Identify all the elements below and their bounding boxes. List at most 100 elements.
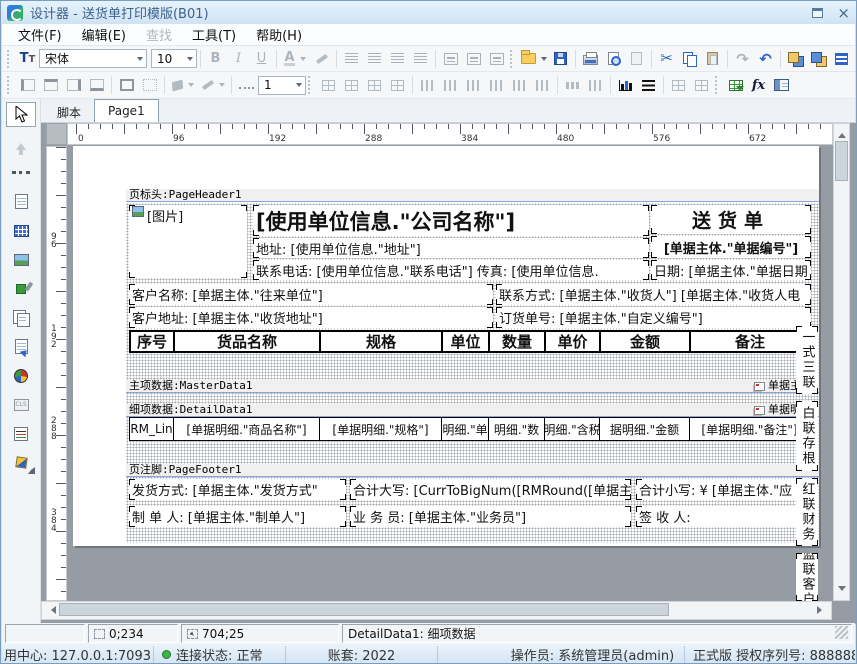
menu-help[interactable]: 帮助(H) — [246, 23, 312, 46]
properties-button[interactable] — [770, 74, 793, 96]
scroll-right-arrow[interactable] — [817, 606, 826, 614]
order-number-element[interactable]: 订货单号: [单据主体."自定义编号"] — [496, 307, 811, 328]
doc-title-element[interactable]: 送货单 — [651, 205, 811, 234]
menu-file[interactable]: 文件(F) — [8, 23, 72, 46]
copy-label-1[interactable]: 一式三联 — [796, 326, 818, 394]
print-button[interactable] — [579, 48, 602, 70]
menu-find[interactable]: 查找 — [136, 23, 182, 46]
detail-cell-price[interactable]: 明细."含税 — [544, 417, 600, 441]
underline-button[interactable]: U — [250, 48, 273, 70]
scroll-down-arrow[interactable] — [838, 586, 846, 595]
image-tool[interactable] — [6, 247, 36, 272]
total-words-element[interactable]: 合计大写: [CurrToBigNum([RMRound([单据主体." — [350, 479, 631, 500]
address-element[interactable]: 地址: [使用单位信息."地址"] — [253, 238, 649, 258]
ship-method-element[interactable]: 发货方式: [单据主体."发货方式" — [129, 479, 346, 500]
line-width-select[interactable]: 1 — [258, 76, 306, 95]
resize-grip[interactable] — [835, 626, 848, 639]
col-header-qty[interactable]: 数量 — [488, 330, 546, 353]
bold-button[interactable]: B — [204, 48, 227, 70]
border-none-button[interactable] — [138, 74, 161, 96]
expression-button[interactable]: fx — [747, 74, 770, 96]
align-lefts-button[interactable] — [416, 74, 439, 96]
cut-button[interactable]: ✂ — [655, 48, 678, 70]
center-vertical-button[interactable] — [508, 74, 531, 96]
vertical-scrollbar[interactable] — [833, 123, 850, 601]
italic-button[interactable]: I — [227, 48, 250, 70]
receiver-element[interactable]: 签 收 人: — [636, 506, 811, 527]
multiline-tool[interactable] — [6, 421, 36, 446]
tab-script[interactable]: 脚本 — [44, 102, 94, 122]
col-header-amount[interactable]: 金额 — [599, 330, 691, 353]
layers-button[interactable] — [637, 74, 660, 96]
font-color-button[interactable]: A — [280, 48, 310, 70]
scroll-left-arrow[interactable] — [47, 606, 56, 614]
align-left-button[interactable] — [340, 48, 363, 70]
date-element[interactable]: 日期: [单据主体."单据日期 — [651, 260, 811, 280]
detail-cell-seq[interactable]: RM_Lin — [129, 417, 174, 441]
phone-fax-element[interactable]: 联系电话: [使用单位信息."联系电话"] 传真: [使用单位信息. — [253, 260, 649, 280]
export-button[interactable] — [625, 48, 648, 70]
detail-cell-spec[interactable]: [单据明细."规格"] — [319, 417, 442, 441]
grow-button[interactable] — [363, 74, 386, 96]
band-tool[interactable] — [6, 160, 36, 185]
report-page[interactable]: 页标头:PageHeader1 [图片] [使用单位信息."公司名称"] 送货单… — [73, 146, 819, 546]
ole-tool[interactable]: CLS — [6, 392, 36, 417]
band-master-data[interactable]: 主项数据:MasterData1 单据主 — [126, 380, 819, 393]
scroll-up-arrow[interactable] — [838, 129, 846, 138]
shift-down-button[interactable] — [340, 74, 363, 96]
redo-button[interactable]: ↷ — [731, 48, 754, 70]
customer-address-element[interactable]: 客户地址: [单据主体."收货地址"] — [129, 307, 493, 328]
horizontal-scrollbar[interactable] — [41, 601, 832, 620]
align-tops-button[interactable] — [485, 74, 508, 96]
col-header-product[interactable]: 货品名称 — [173, 330, 321, 353]
band-page-header[interactable]: 页标头:PageHeader1 — [126, 189, 819, 202]
align-center-button[interactable] — [363, 48, 386, 70]
company-name-element[interactable]: [使用单位信息."公司名称"] — [253, 205, 649, 236]
band-detail-data[interactable]: 细项数据:DetailData1 单据明 — [126, 404, 819, 417]
send-to-back-button[interactable] — [807, 48, 830, 70]
detail-cell-qty[interactable]: 明细."数 — [488, 417, 545, 441]
toolbar-grip[interactable] — [7, 76, 12, 94]
valign-bottom-button[interactable] — [485, 48, 508, 70]
detail-cell-amount[interactable]: 据明细."金额 — [599, 417, 690, 441]
toolbar-grip[interactable] — [7, 50, 12, 68]
toolbar-grip[interactable] — [510, 50, 515, 68]
valign-top-button[interactable] — [439, 48, 462, 70]
paste-button[interactable] — [701, 48, 724, 70]
select-tool[interactable] — [6, 102, 36, 127]
same-width-button[interactable] — [561, 74, 584, 96]
undo-button[interactable]: ↶ — [754, 48, 777, 70]
vertical-scroll-thumb[interactable] — [835, 141, 848, 181]
font-size-select[interactable]: 10 — [151, 49, 197, 68]
align-justify-button[interactable] — [409, 48, 432, 70]
layout-button[interactable] — [830, 48, 853, 70]
image-element[interactable]: [图片] — [129, 205, 247, 278]
advanced-tool[interactable] — [6, 450, 36, 475]
bring-to-front-button[interactable] — [784, 48, 807, 70]
total-figures-element[interactable]: 合计小写: ¥ [单据主体."应 — [636, 479, 811, 500]
horizontal-scroll-thumb[interactable] — [59, 603, 669, 616]
align-bottoms-button[interactable] — [531, 74, 554, 96]
text-tool[interactable] — [6, 189, 36, 214]
toolbar-grip[interactable] — [715, 76, 720, 94]
menu-edit[interactable]: 编辑(E) — [72, 23, 136, 46]
tab-page1[interactable]: Page1 — [94, 99, 159, 122]
print-preview-button[interactable] — [602, 48, 625, 70]
col-header-unit[interactable]: 单位 — [441, 330, 490, 353]
same-height-button[interactable] — [584, 74, 607, 96]
toolbar-grip[interactable] — [308, 76, 313, 94]
border-right-button[interactable] — [62, 74, 85, 96]
table-tool[interactable] — [6, 218, 36, 243]
fill-color-button[interactable] — [168, 74, 198, 96]
line-color-button[interactable] — [198, 74, 228, 96]
copy-label-3[interactable]: 红联财务 — [796, 478, 818, 546]
detail-cell-unit[interactable]: 明细."单 — [441, 417, 489, 441]
border-left-button[interactable] — [16, 74, 39, 96]
menu-tools[interactable]: 工具(T) — [182, 23, 246, 46]
col-header-seq[interactable]: 序号 — [129, 330, 175, 353]
hand-tool[interactable] — [6, 131, 36, 156]
copy-button[interactable] — [678, 48, 701, 70]
subreport-tool[interactable] — [6, 334, 36, 359]
align-right-button[interactable] — [386, 48, 409, 70]
contact-element[interactable]: 联系方式: [单据主体."收货人"] [单据主体."收货人电 — [496, 284, 811, 305]
